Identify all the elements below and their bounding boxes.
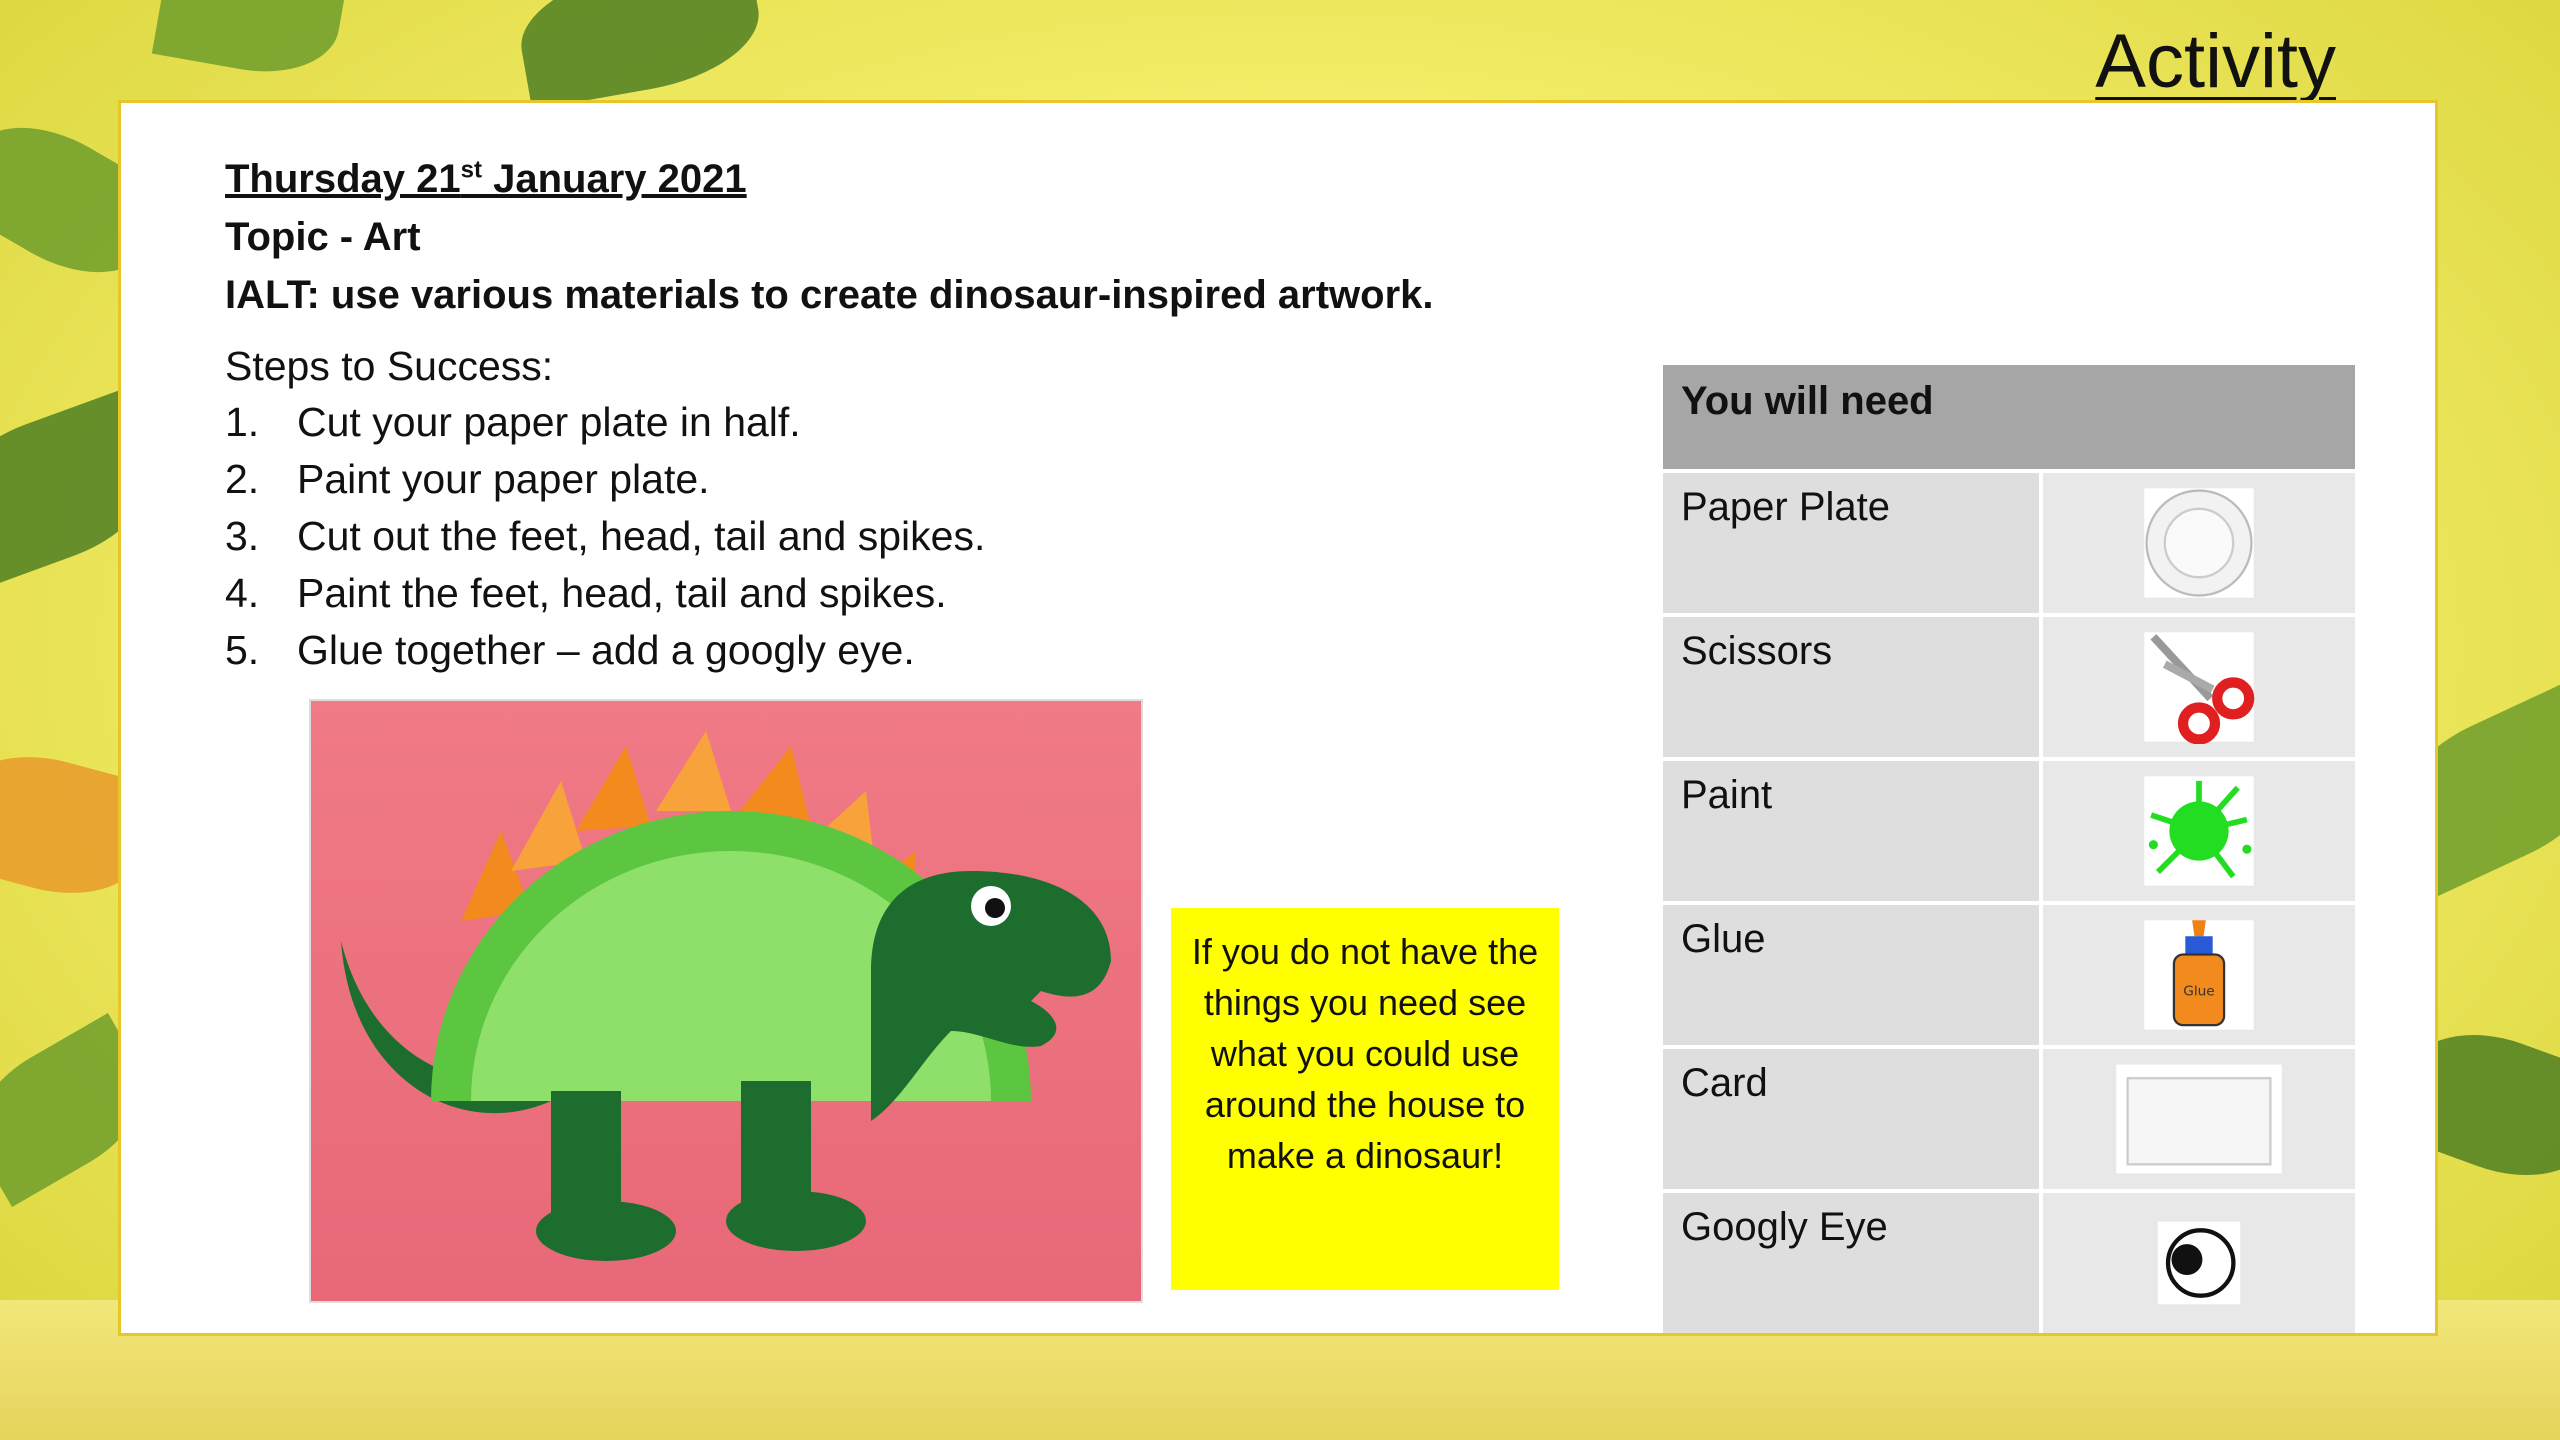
- table-row: Paper Plate: [1663, 473, 2355, 613]
- dinosaur-craft-photo: [309, 699, 1143, 1303]
- table-row: Card: [1663, 1049, 2355, 1189]
- step-item: 1. Cut your paper plate in half.: [225, 399, 801, 445]
- step-item: 4. Paint the feet, head, tail and spikes.: [225, 570, 947, 616]
- material-name: Card: [1663, 1049, 2039, 1189]
- material-name: Glue: [1663, 905, 2039, 1045]
- step-item: 5. Glue together – add a googly eye.: [225, 627, 915, 673]
- steps-title: Steps to Success:: [225, 343, 554, 389]
- material-name: Googly Eye: [1663, 1193, 2039, 1333]
- card-icon: [2116, 1064, 2282, 1174]
- activity-title: Activity: [2095, 19, 2336, 104]
- materials-header: You will need: [1663, 365, 2355, 469]
- materials-table: You will need Paper Plate Scissors Paint: [1663, 365, 2355, 1333]
- material-name: Paper Plate: [1663, 473, 2039, 613]
- topic-heading: Topic - Art: [225, 215, 421, 259]
- table-row: Scissors: [1663, 617, 2355, 757]
- paper-plate-icon: [2144, 488, 2254, 598]
- table-row: Glue Glue: [1663, 905, 2355, 1045]
- material-name: Scissors: [1663, 617, 2039, 757]
- step-item: 2. Paint your paper plate.: [225, 456, 710, 502]
- help-note: If you do not have the things you need s…: [1171, 908, 1559, 1290]
- date-heading: Thursday 21st January 2021: [225, 156, 747, 201]
- ialt-heading: IALT: use various materials to create di…: [225, 273, 1434, 317]
- table-row: Googly Eye: [1663, 1193, 2355, 1333]
- glue-bottle-icon: Glue: [2144, 920, 2254, 1030]
- steps-list: 1. Cut your paper plate in half. 2. Paint …: [225, 399, 985, 684]
- scissors-icon: [2144, 632, 2255, 744]
- paint-splat-icon: [2144, 776, 2254, 886]
- googly-eye-icon: [2157, 1221, 2241, 1305]
- table-row: Paint: [1663, 761, 2355, 901]
- material-name: Paint: [1663, 761, 2039, 901]
- step-item: 3. Cut out the feet, head, tail and spike…: [225, 513, 986, 559]
- activity-card: Thursday 21st January 2021 Topic - Art I…: [118, 100, 2438, 1336]
- svg-text:Glue: Glue: [2183, 984, 2214, 1000]
